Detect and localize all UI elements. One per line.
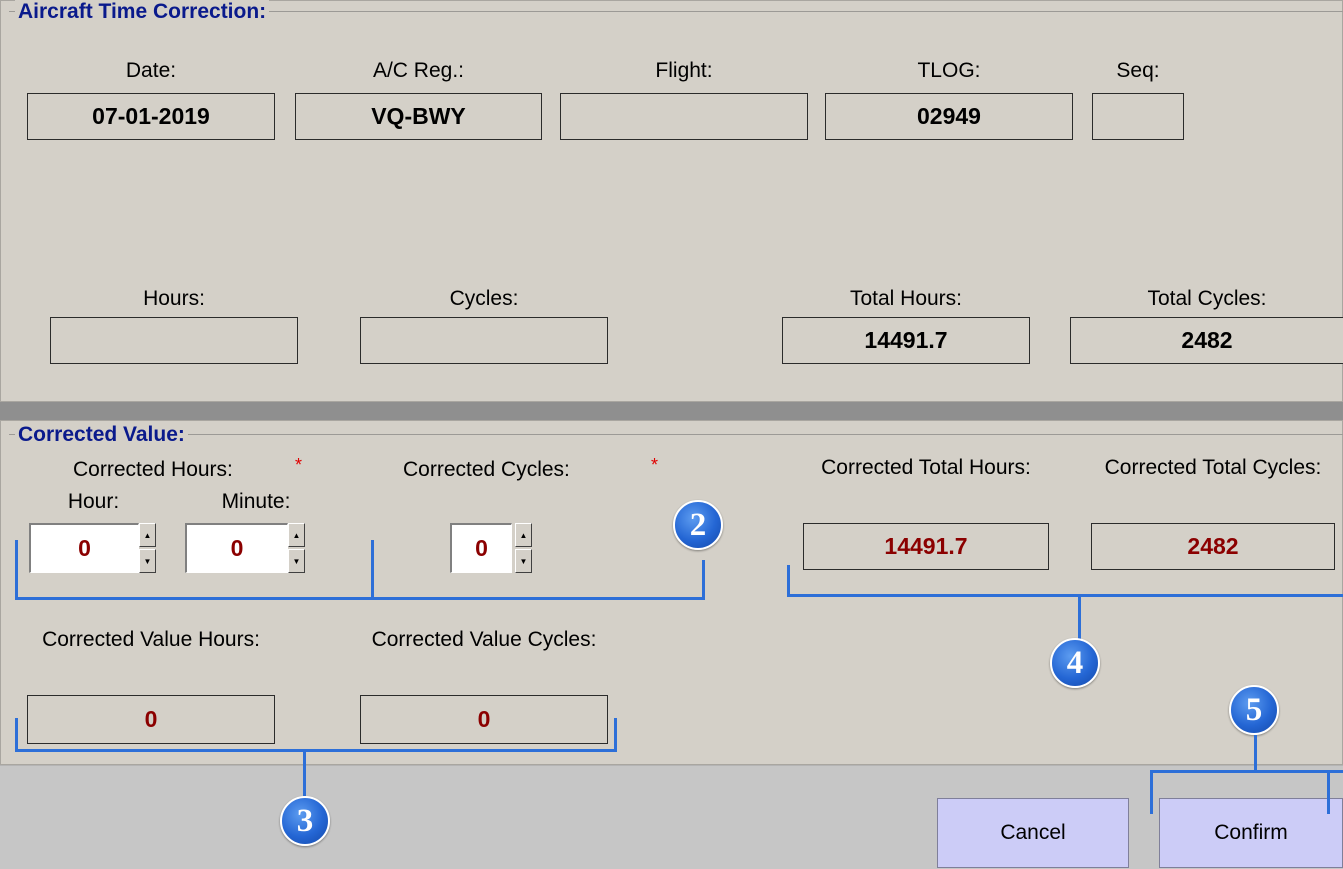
button-bar — [0, 765, 1343, 869]
arrow-down-icon[interactable]: ▼ — [139, 549, 156, 573]
callout-bracket — [15, 718, 18, 752]
panel-splitter[interactable] — [0, 402, 1343, 420]
callout-bracket — [1254, 735, 1257, 773]
flight-field — [560, 93, 808, 140]
callout-bracket — [1327, 770, 1330, 814]
cancel-button[interactable]: Cancel — [937, 798, 1129, 868]
callout-bracket — [614, 718, 617, 752]
required-mark: * — [295, 455, 303, 475]
cycles-field — [360, 317, 608, 364]
callout-bracket — [15, 540, 18, 600]
arrow-up-icon[interactable]: ▲ — [139, 523, 156, 547]
total-hours-label: Total Hours: — [849, 287, 963, 310]
hour-spinner: ▲ ▼ — [139, 523, 156, 573]
seq-field — [1092, 93, 1184, 140]
hours-label: Hours: — [143, 287, 205, 310]
corrected-value-hours-label: Corrected Value Hours: — [42, 628, 260, 651]
confirm-button[interactable]: Confirm — [1159, 798, 1343, 868]
aircraft-section-title: Aircraft Time Correction: — [15, 0, 270, 24]
minute-spinner: ▲ ▼ — [288, 523, 305, 573]
required-mark: * — [651, 455, 659, 475]
callout-bracket — [15, 749, 617, 752]
corrected-cycles-label: Corrected Cycles: — [403, 458, 570, 481]
arrow-down-icon[interactable]: ▼ — [288, 549, 305, 573]
callout-bracket — [371, 540, 374, 600]
aircraft-time-correction-panel: Aircraft Time Correction: Date: 07-01-20… — [0, 0, 1343, 402]
group-border — [9, 434, 1343, 435]
callout-badge-2: 2 — [673, 500, 723, 550]
corrected-value-hours-field: 0 — [27, 695, 275, 744]
tlog-field: 02949 — [825, 93, 1073, 140]
reg-field: VQ-BWY — [295, 93, 542, 140]
callout-badge-5: 5 — [1229, 685, 1279, 735]
arrow-up-icon[interactable]: ▲ — [288, 523, 305, 547]
minute-label: Minute: — [221, 490, 291, 513]
callout-bracket — [702, 560, 705, 600]
corrected-section-title: Corrected Value: — [15, 423, 188, 447]
arrow-up-icon[interactable]: ▲ — [515, 523, 532, 547]
callout-bracket — [15, 597, 705, 600]
corrected-value-panel: Corrected Value: Corrected Hours: * Hour… — [0, 420, 1343, 765]
tlog-label: TLOG: — [917, 59, 981, 82]
callout-badge-4: 4 — [1050, 638, 1100, 688]
cycles-spinner: ▲ ▼ — [515, 523, 532, 573]
corrected-total-hours-label: Corrected Total Hours: — [821, 456, 1031, 479]
seq-label: Seq: — [1116, 59, 1160, 82]
cycles-input[interactable]: 0 — [450, 523, 512, 573]
callout-bracket — [303, 750, 306, 796]
callout-bracket — [1150, 770, 1343, 773]
corrected-value-cycles-field: 0 — [360, 695, 608, 744]
hours-field — [50, 317, 298, 364]
callout-badge-3: 3 — [280, 796, 330, 846]
total-hours-field: 14491.7 — [782, 317, 1030, 364]
total-cycles-field: 2482 — [1070, 317, 1343, 364]
corrected-total-cycles-label: Corrected Total Cycles: — [1104, 456, 1322, 479]
callout-bracket — [1150, 770, 1153, 814]
date-label: Date: — [125, 59, 177, 82]
minute-input[interactable]: 0 — [185, 523, 288, 573]
callout-bracket — [787, 565, 790, 597]
reg-label: A/C Reg.: — [372, 59, 465, 82]
flight-label: Flight: — [655, 59, 713, 82]
corrected-value-cycles-label: Corrected Value Cycles: — [371, 628, 597, 651]
corrected-total-hours-field: 14491.7 — [803, 523, 1049, 570]
corrected-hours-label: Corrected Hours: — [73, 458, 233, 481]
callout-bracket — [787, 594, 1343, 597]
arrow-down-icon[interactable]: ▼ — [515, 549, 532, 573]
callout-bracket — [1078, 596, 1081, 640]
corrected-total-cycles-field: 2482 — [1091, 523, 1335, 570]
total-cycles-label: Total Cycles: — [1147, 287, 1267, 310]
hour-input[interactable]: 0 — [29, 523, 139, 573]
date-field: 07-01-2019 — [27, 93, 275, 140]
hour-label: Hour: — [67, 490, 120, 513]
cycles-label: Cycles: — [449, 287, 519, 310]
